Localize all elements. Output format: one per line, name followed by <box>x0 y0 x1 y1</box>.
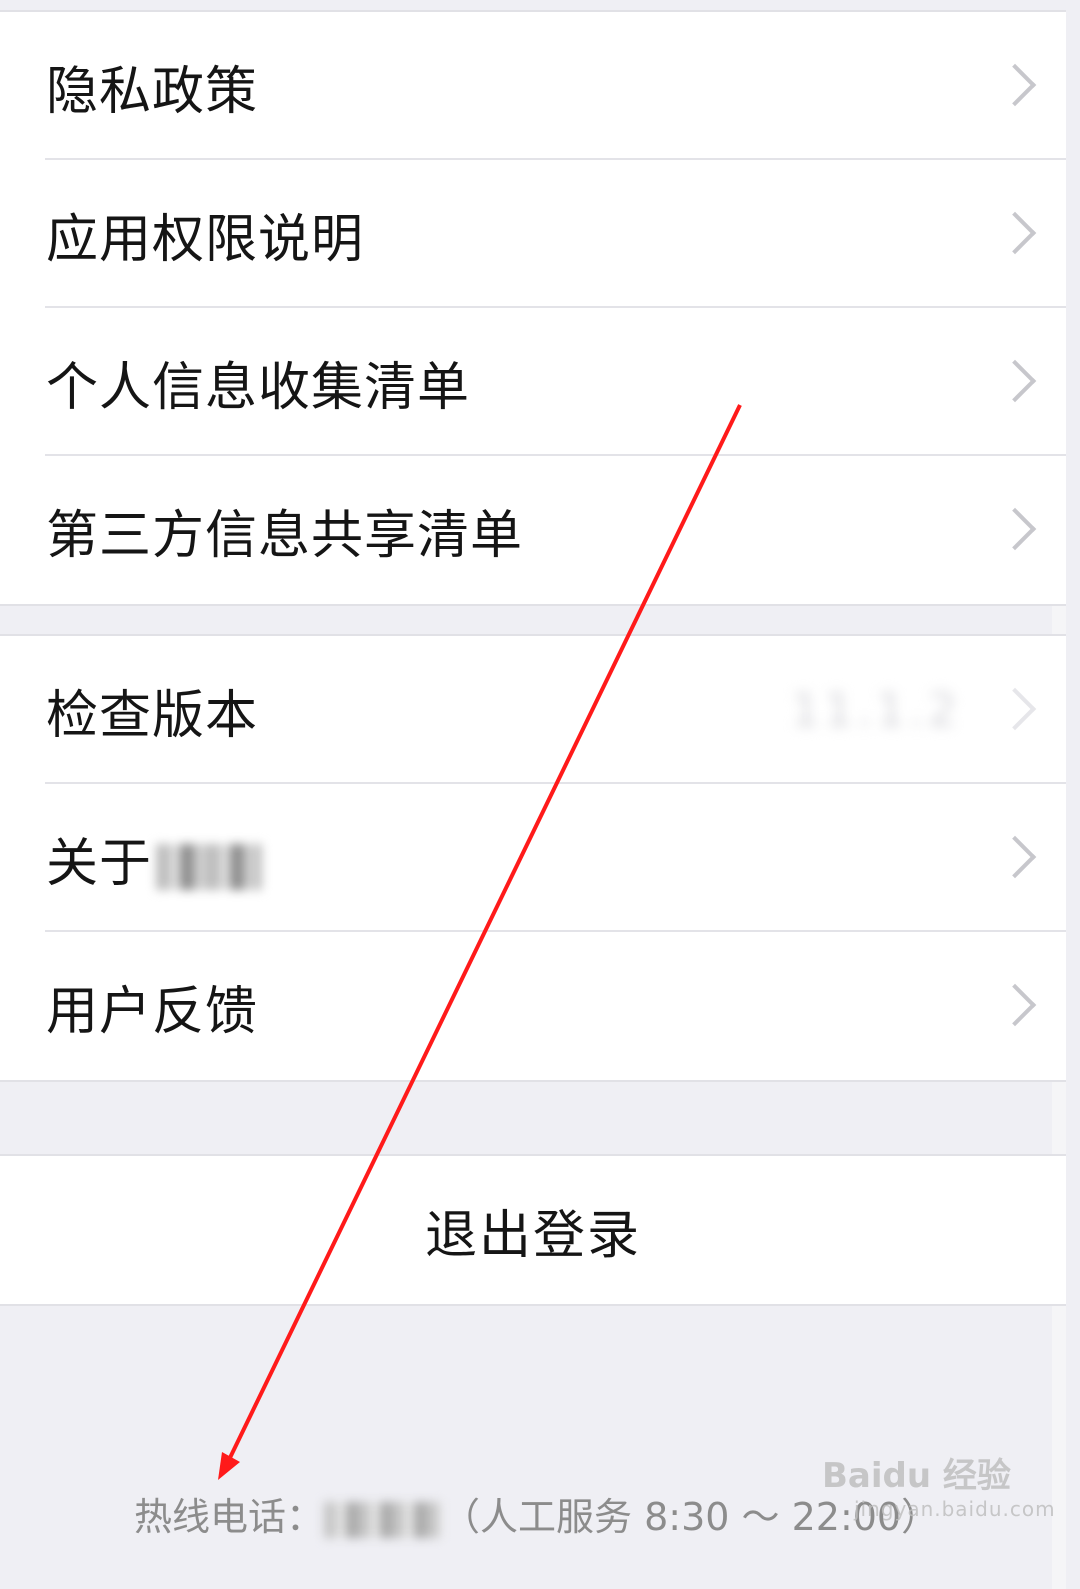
chevron-right-icon <box>993 687 1037 731</box>
chevron-right-icon <box>993 507 1037 551</box>
settings-item-about[interactable]: 关于 <box>0 784 1066 932</box>
settings-item-label: 检查版本 <box>46 685 259 746</box>
settings-item-label: 应用权限说明 <box>46 209 365 270</box>
hotline-text: 热线电话： （人工服务 8:30 ～ 22:00） <box>134 1486 939 1541</box>
settings-item-label: 关于 <box>46 821 263 896</box>
settings-item-label: 隐私政策 <box>46 61 259 122</box>
settings-item-label: 个人信息收集清单 <box>46 357 471 418</box>
watermark-url: jingyan.baidu.com <box>854 1497 1056 1521</box>
settings-item-app-permissions[interactable]: 应用权限说明 <box>0 160 1066 308</box>
settings-item-feedback[interactable]: 用户反馈 <box>0 932 1066 1080</box>
chevron-right-icon <box>993 63 1037 107</box>
hotline-label: 热线电话： <box>134 1495 325 1539</box>
logout-button[interactable]: 退出登录 <box>0 1156 1066 1304</box>
chevron-right-icon <box>993 211 1037 255</box>
settings-item-privacy-policy[interactable]: 隐私政策 <box>0 12 1066 160</box>
settings-item-label: 第三方信息共享清单 <box>46 505 524 566</box>
chevron-right-icon <box>993 359 1037 403</box>
logout-group: 退出登录 <box>0 1154 1066 1306</box>
settings-group-legal: 隐私政策 应用权限说明 个人信息收集清单 第三方信息共享清单 <box>0 10 1066 606</box>
settings-item-label: 用户反馈 <box>46 981 259 1042</box>
settings-item-personal-info-list[interactable]: 个人信息收集清单 <box>0 308 1066 456</box>
chevron-right-icon <box>993 835 1037 879</box>
watermark-brand: Baidu 经验 <box>822 1456 1011 1496</box>
about-label-text: 关于 <box>46 833 153 894</box>
baidu-jingyan-watermark: Baidu 经验 jingyan.baidu.com <box>822 1448 1056 1521</box>
version-value: 11.1.2 <box>790 683 961 737</box>
settings-item-check-version[interactable]: 检查版本 11.1.2 <box>0 636 1066 784</box>
settings-group-app: 检查版本 11.1.2 关于 用户反馈 <box>0 634 1066 1082</box>
annotation-arrow-head <box>218 1452 240 1480</box>
redacted-app-name <box>156 843 263 890</box>
chevron-right-icon <box>993 983 1037 1027</box>
redacted-phone-number <box>324 1501 443 1538</box>
logout-label: 退出登录 <box>424 1205 641 1266</box>
settings-item-third-party-sharing[interactable]: 第三方信息共享清单 <box>0 456 1066 604</box>
